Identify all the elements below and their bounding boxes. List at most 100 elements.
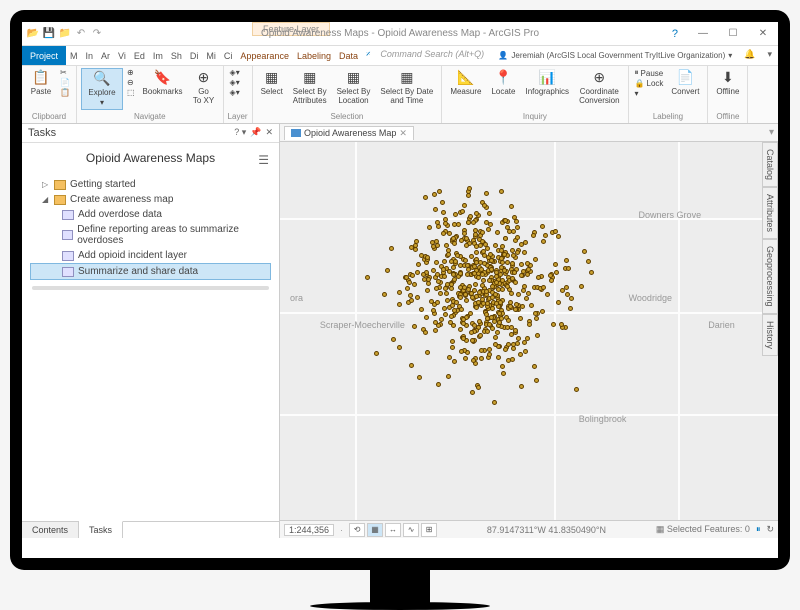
pause-drawing-icon[interactable]: ⏸ — [756, 524, 761, 535]
pause-button[interactable]: ⏸ Pause — [633, 68, 666, 78]
qat-save-icon[interactable]: 💾 — [42, 27, 56, 41]
selected-features: ▦ Selected Features: 0 — [656, 524, 750, 535]
task-item[interactable]: Add overdose data — [30, 207, 271, 222]
menu-tab-di[interactable]: Di — [186, 46, 203, 65]
close-button[interactable]: ✕ — [748, 23, 778, 45]
status-btn-1[interactable]: ⟲ — [349, 523, 365, 537]
menu-tab-in[interactable]: In — [82, 46, 98, 65]
target-icon: ⊕ — [195, 69, 213, 87]
explore-button[interactable]: 🔍Explore▾ — [81, 68, 123, 110]
offline-button[interactable]: ⬇Offline — [712, 68, 743, 98]
scrollbar[interactable] — [32, 286, 269, 290]
user-icon: 👤 — [498, 51, 508, 60]
select-icon: ▦ — [263, 69, 281, 87]
task-item[interactable]: Define reporting areas to summarize over… — [30, 222, 271, 248]
tasks-pane-tab[interactable]: Tasks — [79, 521, 123, 538]
project-button[interactable]: Project — [22, 46, 66, 65]
menu-tab-ci[interactable]: Ci — [220, 46, 237, 65]
city-label: Bolingbrook — [579, 414, 627, 424]
select-by-date-button[interactable]: ▦Select By Date and Time — [376, 68, 437, 107]
side-tab-geoprocessing[interactable]: Geoprocessing — [762, 239, 778, 314]
select-by-location-button[interactable]: ▦Select By Location — [333, 68, 375, 107]
notification-icon[interactable]: 🔔 — [738, 46, 761, 65]
pane-close-icon[interactable]: ✕ — [265, 127, 273, 139]
offline-icon: ⬇ — [719, 69, 737, 87]
window-title: Opioid Awareness Maps - Opioid Awareness… — [261, 28, 539, 39]
coordinates: 87.9147311°W 41.8350490°N — [443, 525, 650, 535]
goto-xy-button[interactable]: ⊕Go To XY — [189, 68, 219, 107]
pause-icon: ⏸ — [635, 68, 639, 78]
task-item[interactable]: ▷Getting started — [30, 177, 271, 192]
status-btn-4[interactable]: ∿ — [403, 523, 419, 537]
status-btn-2[interactable]: ▦ — [367, 523, 383, 537]
tasks-title: Opioid Awareness Maps — [86, 151, 215, 165]
bookmark-icon: 🔖 — [154, 69, 172, 87]
user-label: Jeremiah (ArcGIS Local Government TryItL… — [511, 51, 725, 60]
lock-button[interactable]: 🔒 Lock — [633, 79, 666, 88]
minimize-button[interactable]: — — [688, 23, 718, 45]
scale-input[interactable]: 1:244,356 — [284, 524, 334, 536]
add-data-button[interactable]: ◈▾ — [228, 68, 242, 77]
qat-redo-icon[interactable]: ↷ — [90, 27, 104, 41]
quick-access-toolbar: 📂 💾 📁 ↶ ↷ — [22, 25, 108, 43]
coord-conversion-button[interactable]: ⊕Coordinate Conversion — [575, 68, 623, 107]
menu-tab-ar[interactable]: Ar — [97, 46, 114, 65]
infographics-button[interactable]: 📊Infographics — [521, 68, 573, 98]
select-button[interactable]: ▦Select — [257, 68, 287, 98]
side-tab-catalog[interactable]: Catalog — [762, 142, 778, 187]
lock-icon: 🔒 — [635, 79, 645, 88]
qat-undo-icon[interactable]: ↶ — [74, 27, 88, 41]
copypath-button[interactable]: 📋 — [58, 88, 72, 97]
measure-button[interactable]: 📐Measure — [446, 68, 485, 98]
map-canvas[interactable]: Downers GroveWoodridgeBolingbrookScraper… — [280, 142, 778, 520]
map-dropdown-icon[interactable]: ▾ — [769, 127, 774, 138]
clipboard-icon: 📋 — [32, 69, 50, 87]
locate-button[interactable]: 📍Locate — [487, 68, 519, 98]
refresh-icon[interactable]: ↻ — [766, 524, 774, 535]
cut-button[interactable]: ✂ — [58, 68, 72, 77]
status-bar: 1:244,356 · ⟲ ▦ ↔ ∿ ⊞ 87.9147311°W 41.83… — [280, 520, 778, 538]
ribbon: 📋Paste ✂📄📋 Clipboard 🔍Explore▾ ⊕⊖⬚ 🔖Book… — [22, 66, 778, 124]
menu-tab-mi[interactable]: Mi — [202, 46, 220, 65]
tasks-pane: Tasks ? ▾ 📌 ✕ Opioid Awareness Maps ☰ ▷Get… — [22, 124, 280, 538]
menu-tab-labeling[interactable]: Labeling — [293, 46, 335, 65]
contents-pane-tab[interactable]: Contents — [22, 522, 79, 538]
city-label: Downers Grove — [639, 210, 702, 220]
task-item[interactable]: Add opioid incident layer — [30, 248, 271, 263]
bookmarks-button[interactable]: 🔖Bookmarks — [139, 68, 187, 98]
side-tab-history[interactable]: History — [762, 314, 778, 356]
menu-tab-m[interactable]: M — [66, 46, 82, 65]
pane-pin-icon[interactable]: 📌 — [250, 127, 261, 139]
convert-button[interactable]: 📄Convert — [667, 68, 703, 98]
chart-icon: 📊 — [538, 69, 556, 87]
status-btn-3[interactable]: ↔ — [385, 523, 401, 537]
map-view-tab[interactable]: Opioid Awareness Map ✕ — [284, 126, 414, 140]
qat-new-icon[interactable]: 📁 — [58, 27, 72, 41]
help-icon[interactable]: ? — [672, 28, 678, 40]
qat-open-icon[interactable]: 📂 — [26, 27, 40, 41]
city-label: Woodridge — [629, 293, 672, 303]
pane-options-icon[interactable]: ? ▾ — [234, 127, 246, 139]
tasks-tree: ▷Getting started◢Create awareness mapAdd… — [22, 173, 279, 284]
menubar: Project MInArViEdImShDiMiCiAppearanceLab… — [22, 46, 778, 66]
task-item[interactable]: Summarize and share data — [30, 263, 271, 280]
menu-tab-data[interactable]: Data — [335, 46, 362, 65]
maximize-button[interactable]: ☐ — [718, 23, 748, 45]
side-tab-attributes[interactable]: Attributes — [762, 187, 778, 239]
tab-close-icon[interactable]: ✕ — [399, 128, 407, 139]
menu-tab-vi[interactable]: Vi — [114, 46, 130, 65]
select-by-attributes-button[interactable]: ▦Select By Attributes — [289, 68, 331, 107]
copy-button[interactable]: 📄 — [58, 78, 72, 87]
user-info[interactable]: 👤 Jeremiah (ArcGIS Local Government TryI… — [492, 46, 738, 65]
menu-tab-im[interactable]: Im — [149, 46, 167, 65]
menu-tab-appearance[interactable]: Appearance — [236, 46, 293, 65]
task-item[interactable]: ◢Create awareness map — [30, 192, 271, 207]
status-btn-5[interactable]: ⊞ — [421, 523, 437, 537]
tasks-pane-title: Tasks — [28, 127, 56, 139]
command-search[interactable]: Command Search (Alt+Q) — [374, 46, 492, 65]
paste-button[interactable]: 📋Paste — [26, 68, 56, 98]
menu-tab-sh[interactable]: Sh — [167, 46, 186, 65]
ruler-icon: 📐 — [457, 69, 475, 87]
tasks-menu-icon[interactable]: ☰ — [258, 153, 269, 167]
menu-tab-ed[interactable]: Ed — [130, 46, 149, 65]
